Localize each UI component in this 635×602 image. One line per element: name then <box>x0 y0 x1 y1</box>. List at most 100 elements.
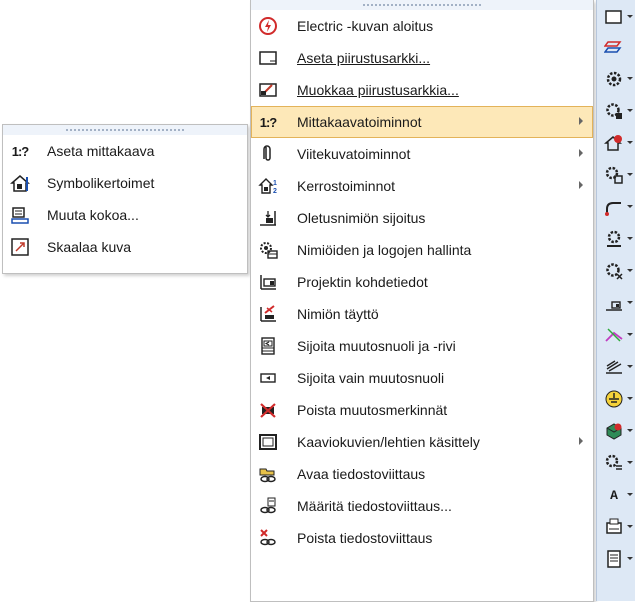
toolbar-gear-button-3[interactable] <box>597 160 635 190</box>
submenu-item-label: Aseta mittakaava <box>47 143 155 159</box>
ground-symbol-icon <box>603 388 625 410</box>
submenu-item-resize[interactable]: Muuta kokoa... <box>3 199 247 231</box>
menu-item-revision-arrow-only[interactable]: Sijoita vain muutosnuoli <box>251 362 593 394</box>
paperclip-icon <box>257 143 279 165</box>
menu-item-delete-file-ref[interactable]: Poista tiedostoviittaus <box>251 522 593 554</box>
dropdown-arrow-icon[interactable] <box>627 15 633 18</box>
toolbar-electric-button[interactable] <box>597 128 635 158</box>
dropdown-arrow-icon[interactable] <box>627 269 633 272</box>
delete-file-ref-icon <box>257 527 279 549</box>
toolbar-hatch-button[interactable] <box>597 352 635 382</box>
dropdown-arrow-icon[interactable] <box>627 461 633 464</box>
dropdown-arrow-icon[interactable] <box>627 205 633 208</box>
submenu-arrow-icon <box>579 149 583 157</box>
toolbar-gear-button-1[interactable] <box>597 64 635 94</box>
submenu-item-symbol-factors[interactable]: Symbolikertoimet <box>3 167 247 199</box>
toolbar-component-button[interactable] <box>597 416 635 446</box>
menu-item-reference-functions[interactable]: Viitekuvatoiminnot <box>251 138 593 170</box>
component-3d-icon <box>603 420 625 442</box>
menu-item-edit-sheet[interactable]: Muokkaa piirustusarkkia... <box>251 74 593 106</box>
menu-item-define-file-ref[interactable]: Määritä tiedostoviittaus... <box>251 490 593 522</box>
menu-item-electric-start[interactable]: Electric -kuvan aloitus <box>251 10 593 42</box>
diagram-sheets-icon <box>257 431 279 453</box>
toolbar-document-button[interactable] <box>597 544 635 574</box>
menu-item-revision-arrow-row[interactable]: Sijoita muutosnuoli ja -rivi <box>251 330 593 362</box>
toolbar-gear-button-2[interactable] <box>597 96 635 126</box>
toolbar-gear-button-4[interactable] <box>597 224 635 254</box>
toolbar-title-button[interactable] <box>597 288 635 318</box>
title-block-place-icon <box>257 207 279 229</box>
dropdown-arrow-icon[interactable] <box>627 493 633 496</box>
print-sheet-icon <box>603 516 625 538</box>
svg-text:2: 2 <box>273 188 277 195</box>
menu-item-title-logo-manage[interactable]: Nimiöiden ja logojen hallinta <box>251 234 593 266</box>
toolbar-gear-button-5[interactable] <box>597 256 635 286</box>
menu-item-layer-functions[interactable]: 12 Kerrostoiminnot <box>251 170 593 202</box>
menu-item-project-info[interactable]: Projektin kohdetiedot <box>251 266 593 298</box>
submenu-item-label: Symbolikertoimet <box>47 175 155 191</box>
svg-text:1: 1 <box>273 180 277 187</box>
dropdown-arrow-icon[interactable] <box>627 397 633 400</box>
menu-item-label: Oletusnimiön sijoitus <box>297 210 426 226</box>
wire-icon <box>603 196 625 218</box>
define-file-ref-icon <box>257 495 279 517</box>
toolbar-layers-button[interactable] <box>597 32 635 62</box>
menu-item-default-title-place[interactable]: Oletusnimiön sijoitus <box>251 202 593 234</box>
toolbar-line-button[interactable] <box>597 320 635 350</box>
menu-item-label: Mittakaavatoiminnot <box>297 114 422 130</box>
menu-item-diagram-sheets[interactable]: Kaaviokuvien/lehtien käsittely <box>251 426 593 458</box>
layers-icon: 12 <box>257 175 279 197</box>
symbol-factor-icon <box>9 172 31 194</box>
line-draw-icon <box>603 324 625 346</box>
scale-ratio-icon: 1:? <box>11 143 29 159</box>
toolbar-wire-button[interactable] <box>597 192 635 222</box>
menu-item-set-sheet[interactable]: Aseta piirustusarkki... <box>251 42 593 74</box>
dropdown-arrow-icon[interactable] <box>627 365 633 368</box>
toolbar-sheet-button[interactable] <box>597 2 635 32</box>
title-fill-icon <box>257 303 279 325</box>
gear-settings-icon <box>603 100 625 122</box>
project-info-icon <box>257 271 279 293</box>
submenu-arrow-icon <box>579 181 583 189</box>
toolbar-ground-button[interactable] <box>597 384 635 414</box>
main-dropdown-menu: Electric -kuvan aloitus Aseta piirustusa… <box>250 0 594 602</box>
dropdown-arrow-icon[interactable] <box>627 77 633 80</box>
menu-item-delete-revisions[interactable]: Poista muutosmerkinnät <box>251 394 593 426</box>
dropdown-arrow-icon[interactable] <box>627 557 633 560</box>
submenu-item-scale-drawing[interactable]: Skaalaa kuva <box>3 231 247 263</box>
edit-sheet-icon <box>257 79 279 101</box>
submenu-item-set-scale[interactable]: 1:? Aseta mittakaava <box>3 135 247 167</box>
dropdown-arrow-icon[interactable] <box>627 525 633 528</box>
dropdown-arrow-icon[interactable] <box>627 333 633 336</box>
menu-item-scale-functions[interactable]: 1:? Mittakaavatoiminnot <box>251 106 593 138</box>
right-toolbar: A <box>596 0 635 601</box>
submenu-item-label: Muuta kokoa... <box>47 207 139 223</box>
dropdown-arrow-icon[interactable] <box>627 141 633 144</box>
menu-grip[interactable] <box>251 0 593 10</box>
menu-item-title-fill[interactable]: Nimiön täyttö <box>251 298 593 330</box>
toolbar-print-button[interactable] <box>597 512 635 542</box>
dropdown-arrow-icon[interactable] <box>627 109 633 112</box>
dropdown-arrow-icon[interactable] <box>627 237 633 240</box>
menu-item-label: Aseta piirustusarkki... <box>297 50 431 66</box>
title-block-icon <box>603 292 625 314</box>
gear-list-icon <box>603 452 625 474</box>
scale-functions-submenu: 1:? Aseta mittakaava Symbolikertoimet Mu… <box>2 124 248 274</box>
menu-item-label: Nimiöiden ja logojen hallinta <box>297 242 472 258</box>
gear-cross-icon <box>603 260 625 282</box>
submenu-grip[interactable] <box>3 125 247 135</box>
electric-start-icon <box>257 15 279 37</box>
dropdown-arrow-icon[interactable] <box>627 301 633 304</box>
dropdown-arrow-icon[interactable] <box>627 429 633 432</box>
drawing-sheet-icon <box>257 47 279 69</box>
toolbar-gear-button-6[interactable] <box>597 448 635 478</box>
menu-item-label: Electric -kuvan aloitus <box>297 18 434 34</box>
menu-item-label: Avaa tiedostoviittaus <box>297 466 426 482</box>
toolbar-text-button[interactable]: A <box>597 480 635 510</box>
text-tool-label: A <box>610 487 618 503</box>
menu-item-label: Projektin kohdetiedot <box>297 274 428 290</box>
dropdown-arrow-icon[interactable] <box>627 173 633 176</box>
gear-table-icon <box>603 164 625 186</box>
scale-drawing-icon <box>9 236 31 258</box>
menu-item-open-file-ref[interactable]: Avaa tiedostoviittaus <box>251 458 593 490</box>
